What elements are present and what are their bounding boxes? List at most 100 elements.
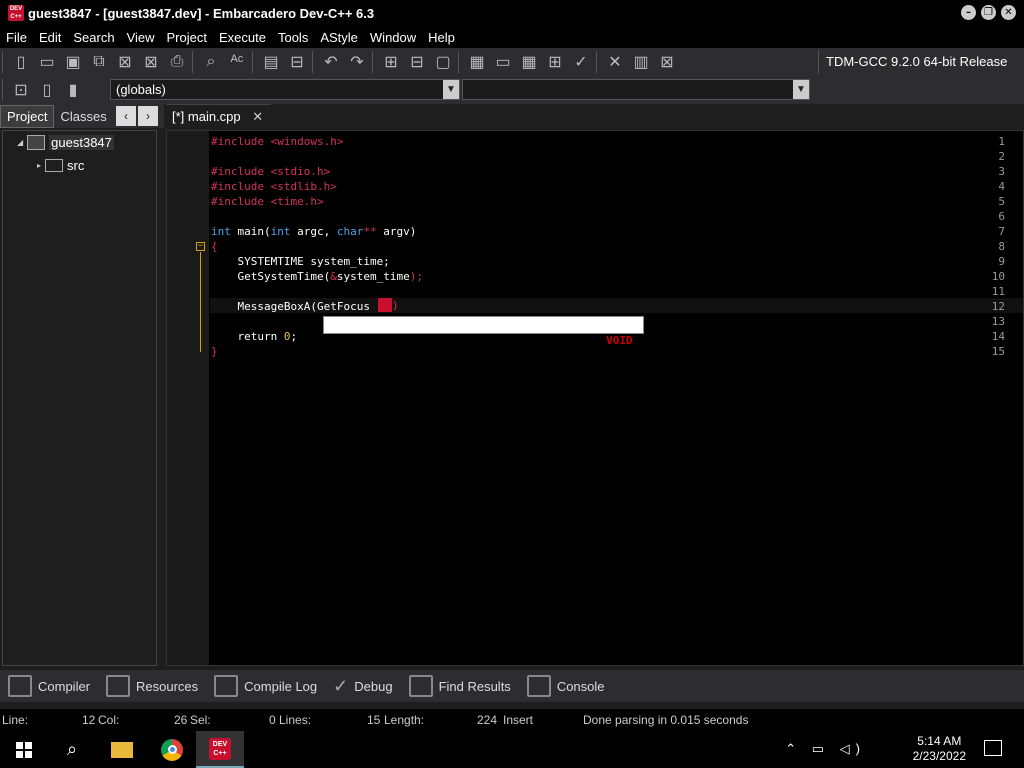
menu-view[interactable]: View [121, 30, 161, 45]
delete-profile-icon[interactable]: ⊠ [654, 49, 680, 75]
status-sel-label: Sel: [190, 713, 211, 727]
tray-icons[interactable]: ⌃ ▭ ◁) [785, 741, 866, 757]
compiler-icon [8, 675, 32, 697]
search-icon[interactable]: ⌕ [48, 731, 96, 768]
expand-icon[interactable]: ▸ [37, 161, 41, 170]
expand-icon[interactable]: ◢ [17, 138, 23, 147]
nav-right-button[interactable]: › [138, 106, 158, 126]
tree-item-label: guest3847 [49, 135, 114, 150]
line-number: 14 [991, 330, 1005, 343]
autocomplete-tooltip: public WINUSERAPI HWND WINAPI GetFocus (… [323, 316, 645, 347]
indent-icon[interactable]: ⊟ [284, 49, 310, 75]
check-icon: ✓ [333, 675, 349, 696]
line-gutter [167, 131, 209, 665]
redo-icon[interactable]: ↷ [344, 49, 370, 75]
file-tab-main[interactable]: [*] main.cpp ✕ [166, 104, 271, 130]
menu-edit[interactable]: Edit [33, 30, 67, 45]
tab-resources[interactable]: Resources [98, 670, 206, 702]
menu-search[interactable]: Search [67, 30, 120, 45]
line-number: 8 [998, 240, 1005, 253]
scope-combo[interactable]: (globals) ▼ [110, 79, 460, 100]
chrome-icon[interactable] [148, 731, 196, 768]
tab-debug[interactable]: ✓ Debug [325, 670, 400, 702]
code-line: GetSystemTime(&system_time); [211, 270, 423, 283]
file-explorer-icon[interactable] [98, 731, 146, 768]
line-number: 9 [998, 255, 1005, 268]
close-file-icon[interactable]: ⊠ [112, 49, 138, 75]
close-all-icon[interactable]: ⊠ [138, 49, 164, 75]
bottom-panel-tabs: Compiler Resources Compile Log ✓ Debug Fi… [0, 670, 1024, 702]
minimize-button[interactable]: – [961, 5, 976, 20]
project-icon [27, 135, 46, 150]
close-icon[interactable]: ✕ [252, 109, 263, 124]
print-icon[interactable]: ⎙ [164, 49, 190, 75]
bookmark-icon[interactable]: ▯ [34, 77, 60, 103]
check-icon[interactable]: ✓ [568, 49, 594, 75]
remove-project-icon[interactable]: ⊟ [404, 49, 430, 75]
text-cursor [378, 298, 392, 312]
line-number: 7 [998, 225, 1005, 238]
find-icon [408, 675, 433, 697]
open-folder-icon[interactable]: ▭ [34, 49, 60, 75]
notification-icon[interactable] [984, 740, 1002, 756]
new-file-icon[interactable]: ▯ [8, 49, 34, 75]
undo-icon[interactable]: ↶ [318, 49, 344, 75]
menu-project[interactable]: Project [161, 30, 213, 45]
status-line-label: Line: [2, 713, 29, 727]
windows-start-icon[interactable] [0, 731, 48, 768]
status-mode: Insert [503, 713, 534, 727]
nav-left-button[interactable]: ‹ [116, 106, 136, 126]
stop-icon[interactable]: ✕ [602, 49, 628, 75]
tab-console[interactable]: Console [519, 670, 613, 702]
run-icon[interactable]: ▭ [490, 49, 516, 75]
menu-window[interactable]: Window [364, 30, 422, 45]
file-tab-label: [*] main.cpp [172, 109, 241, 124]
line-number: 11 [991, 285, 1005, 298]
menu-execute[interactable]: Execute [213, 30, 272, 45]
chevron-down-icon[interactable]: ▼ [793, 80, 809, 99]
status-message: Done parsing in 0.015 seconds [583, 713, 749, 727]
profile-icon[interactable]: ▥ [628, 49, 654, 75]
find-icon[interactable]: ⌕ [198, 49, 224, 75]
code-line-current: MessageBoxA(GetFocus [211, 300, 370, 313]
status-sel: 0 [269, 713, 276, 727]
devcpp-taskbar-icon[interactable]: DEV C++ [196, 731, 244, 768]
tree-item-src[interactable]: ▸ src [37, 158, 84, 173]
clock-date: 2/23/2022 [912, 749, 966, 763]
project-options-icon[interactable]: ▢ [430, 49, 456, 75]
menu-file[interactable]: File [0, 30, 33, 45]
chevron-down-icon[interactable]: ▼ [443, 80, 459, 99]
code-line: #include <windows.h> [211, 135, 344, 148]
bookmark-list-icon[interactable]: ▮ [60, 77, 86, 103]
comment-icon[interactable]: ▤ [258, 49, 284, 75]
replace-icon[interactable]: ᴬᶜ [224, 49, 250, 75]
clock[interactable]: 5:14 AM 2/23/2022 [913, 734, 966, 764]
restore-button[interactable]: ❐ [981, 5, 996, 20]
code-line: } [211, 345, 218, 358]
line-number: 6 [998, 210, 1005, 223]
save-all-icon[interactable]: ⧉ [86, 49, 112, 75]
goto-icon[interactable]: ⊡ [8, 77, 34, 103]
code-editor[interactable]: − 1 2 3 4 5 6 7 8 9 10 11 12 13 14 15 #i… [166, 130, 1024, 666]
save-icon[interactable]: ▣ [60, 49, 86, 75]
tab-project[interactable]: Project [0, 104, 55, 128]
compile-icon[interactable]: ▦ [464, 49, 490, 75]
member-combo[interactable]: ▼ [462, 79, 810, 100]
menu-astyle[interactable]: AStyle [314, 30, 364, 45]
rebuild-icon[interactable]: ⊞ [542, 49, 568, 75]
code-line: { [211, 240, 218, 253]
console-icon [526, 675, 551, 697]
tree-item-root[interactable]: ◢ guest3847 [17, 135, 114, 150]
new-project-icon[interactable]: ⊞ [378, 49, 404, 75]
fold-icon[interactable]: − [196, 242, 205, 251]
tab-find-results[interactable]: Find Results [401, 670, 519, 702]
compiler-select[interactable]: TDM-GCC 9.2.0 64-bit Release [818, 50, 1024, 74]
menu-help[interactable]: Help [422, 30, 461, 45]
tab-compiler[interactable]: Compiler [0, 670, 98, 702]
line-number: 13 [991, 315, 1005, 328]
close-button[interactable]: ✕ [1001, 5, 1016, 20]
compile-run-icon[interactable]: ▦ [516, 49, 542, 75]
tab-classes[interactable]: Classes [54, 106, 112, 127]
tab-compile-log[interactable]: Compile Log [206, 670, 325, 702]
menu-tools[interactable]: Tools [272, 30, 314, 45]
